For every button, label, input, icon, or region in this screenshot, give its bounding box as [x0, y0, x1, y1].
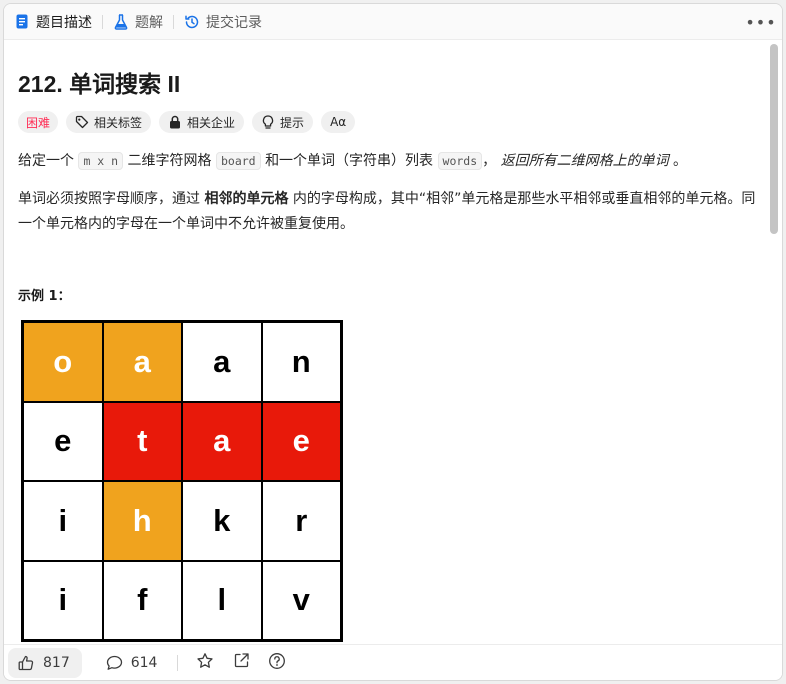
more-options-icon[interactable]: ••• — [745, 12, 775, 32]
board-cell: i — [23, 560, 103, 640]
lightbulb-icon — [261, 114, 275, 129]
tab-bar: 题目描述 题解 提交记录 ••• — [4, 4, 782, 40]
board-cell: n — [261, 322, 341, 402]
thumbs-up-icon — [18, 655, 34, 671]
favorite-button[interactable] — [190, 648, 220, 678]
problem-content: 212. 单词搜索 II 困难 相关标签 相关企业 提示 Aα 给定一个 m x… — [18, 40, 758, 645]
bold-text: 相邻的单元格 — [204, 191, 289, 207]
tag-label: 提示 — [280, 115, 305, 130]
problem-panel: 题目描述 题解 提交记录 ••• 212. 单词搜索 II 困难 相关标签 相关… — [3, 3, 783, 681]
board-cell: f — [102, 560, 182, 640]
text: 单词必须按照字母顺序，通过 — [18, 191, 200, 207]
comments-button[interactable]: 614 — [92, 648, 168, 678]
tab-label: 题解 — [135, 14, 163, 31]
problem-title: 212. 单词搜索 II — [18, 71, 181, 97]
text: 给定一个 — [18, 153, 74, 169]
share-icon — [233, 652, 250, 673]
related-topics-button[interactable]: 相关标签 — [66, 111, 152, 133]
comment-count: 614 — [130, 654, 158, 671]
board-cell: o — [23, 322, 103, 402]
question-icon — [268, 652, 286, 674]
comment-icon — [106, 655, 123, 671]
tag-label: 相关企业 — [187, 115, 236, 130]
board-cell: k — [182, 481, 262, 561]
description-paragraph-2: 单词必须按照字母顺序，通过 相邻的单元格 内的字母构成，其中“相邻”单元格是那些… — [18, 187, 758, 237]
tab-description[interactable]: 题目描述 — [4, 4, 92, 40]
star-icon — [196, 652, 214, 674]
share-button[interactable] — [226, 648, 256, 678]
board-cell: e — [23, 401, 103, 481]
board-cell: h — [102, 481, 182, 561]
divider — [177, 654, 179, 671]
tab-label: 题目描述 — [36, 14, 92, 31]
example-title: 示例 1： — [18, 289, 71, 304]
inline-code: words — [437, 152, 483, 170]
like-count: 817 — [43, 654, 70, 671]
inline-code: m x n — [78, 152, 124, 170]
action-bar: 817 614 — [4, 644, 782, 680]
help-button[interactable] — [262, 648, 292, 678]
scrollbar[interactable] — [770, 44, 778, 644]
board-cell: l — [182, 560, 262, 640]
inline-code: board — [215, 152, 261, 170]
board-cell: r — [261, 481, 341, 561]
tab-label: 提交记录 — [206, 14, 262, 31]
tab-solutions[interactable]: 题解 — [103, 4, 163, 40]
document-icon — [14, 14, 30, 30]
lock-icon — [168, 115, 182, 129]
related-companies-button[interactable]: 相关企业 — [159, 111, 245, 133]
description-paragraph-1: 给定一个 m x n 二维字符网格 board 和一个单词（字符串）列表 wor… — [18, 149, 758, 174]
text: 。 — [673, 153, 688, 169]
tag-icon — [75, 115, 89, 129]
font-size-toggle[interactable]: Aα — [321, 111, 356, 133]
board-cell: a — [182, 322, 262, 402]
hint-button[interactable]: 提示 — [252, 111, 314, 133]
flask-icon — [113, 13, 129, 30]
tag-label: 相关标签 — [94, 115, 143, 130]
board-cell: a — [102, 322, 182, 402]
difficulty-badge: 困难 — [18, 111, 59, 133]
tab-submissions[interactable]: 提交记录 — [174, 4, 262, 40]
emphasis-text: 返回所有二维网格上的单词 — [500, 153, 669, 169]
example-board-image: oaanetaeihkriflv — [21, 320, 343, 642]
text: 和一个单词（字符串）列表 — [265, 153, 434, 169]
board-cell: i — [23, 481, 103, 561]
tag-row: 困难 相关标签 相关企业 提示 Aα — [18, 111, 363, 133]
history-icon — [184, 14, 200, 30]
like-button[interactable]: 817 — [8, 647, 82, 678]
text: ， — [482, 153, 497, 169]
text: 二维字符网格 — [127, 153, 212, 169]
board-cell: t — [102, 401, 182, 481]
scrollbar-thumb[interactable] — [770, 44, 778, 234]
board-cell: a — [182, 401, 262, 481]
board-cell: v — [261, 560, 341, 640]
board-cell: e — [261, 401, 341, 481]
